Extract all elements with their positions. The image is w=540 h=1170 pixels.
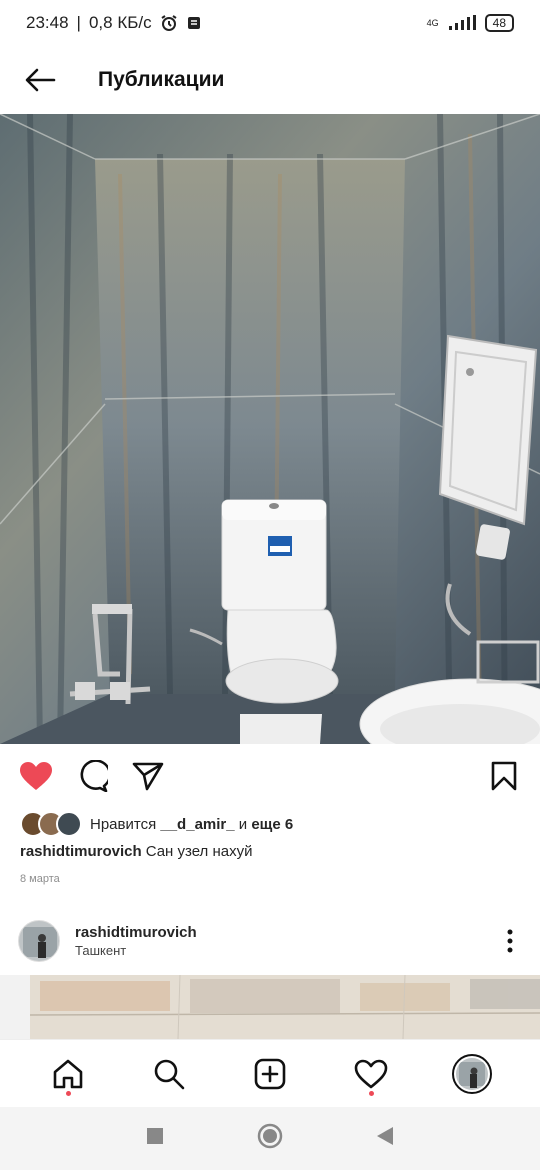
square-icon <box>147 1128 164 1144</box>
network-type: 4G <box>426 18 439 28</box>
share-button[interactable] <box>130 758 166 794</box>
app-bar: Публикации <box>0 46 540 114</box>
likes-conj: и <box>238 815 248 833</box>
post-actions <box>0 744 540 808</box>
more-options-button[interactable] <box>498 921 522 961</box>
post-caption: rashidtimurovich Сан узел нахуй <box>20 843 252 860</box>
page-title: Публикации <box>98 68 225 91</box>
triangle-back-icon <box>376 1127 393 1145</box>
notification-dot <box>368 1090 374 1096</box>
post-date: 8 марта <box>20 873 60 885</box>
notification-icon <box>187 17 200 29</box>
search-icon <box>154 1059 185 1089</box>
heart-outline-icon <box>354 1059 388 1088</box>
likes-prefix: Нравится <box>90 815 157 833</box>
system-back-button[interactable] <box>376 1126 394 1151</box>
nav-search[interactable] <box>139 1044 199 1104</box>
battery-icon: 48 <box>484 14 514 32</box>
status-time: 23:48 <box>26 13 69 32</box>
next-post-photo[interactable] <box>0 975 540 1039</box>
alarm-icon <box>161 15 177 31</box>
bottom-navigation <box>0 1039 540 1107</box>
user-photo <box>19 921 59 961</box>
liker-avatars <box>20 811 82 837</box>
like-button[interactable] <box>18 758 54 794</box>
caption-text: Сан узел нахуй <box>145 843 253 860</box>
signal-icon <box>448 15 476 30</box>
avatar <box>56 811 82 837</box>
comment-button[interactable] <box>74 758 110 794</box>
circle-icon <box>257 1123 283 1149</box>
nav-activity[interactable] <box>341 1044 401 1104</box>
nav-profile[interactable] <box>442 1044 502 1104</box>
recent-apps-button[interactable] <box>146 1127 164 1150</box>
caption-author[interactable]: rashidtimurovich <box>20 843 142 860</box>
next-post-author[interactable]: rashidtimurovich <box>75 924 197 941</box>
post-photo[interactable] <box>0 114 540 744</box>
avatar[interactable] <box>18 920 60 962</box>
save-button[interactable] <box>486 758 522 794</box>
status-separator: | <box>76 13 81 32</box>
heart-icon <box>20 762 52 790</box>
notification-dot <box>66 1090 72 1096</box>
next-post-location[interactable]: Ташкент <box>75 943 197 958</box>
next-photo-image <box>0 975 540 1039</box>
likes-more[interactable]: еще 6 <box>251 816 293 833</box>
next-post-header: rashidtimurovich Ташкент <box>0 915 540 967</box>
arrow-left-icon <box>25 68 56 92</box>
bathroom-photo <box>0 114 540 744</box>
more-vertical-icon <box>507 929 513 953</box>
back-button[interactable] <box>0 46 80 114</box>
status-bar: 23:48 | 0,8 КБ/с 4G 48 <box>0 0 540 46</box>
system-home-button[interactable] <box>257 1123 283 1154</box>
bookmark-icon <box>491 761 517 791</box>
liked-by-user[interactable]: __d_amir_ <box>160 816 234 833</box>
system-navigation-bar <box>0 1107 540 1170</box>
send-icon <box>132 762 164 791</box>
home-icon <box>54 1059 83 1088</box>
nav-new-post[interactable] <box>240 1044 300 1104</box>
likes-summary[interactable]: Нравится __d_amir_ и еще 6 <box>20 808 293 840</box>
nav-home[interactable] <box>38 1044 98 1104</box>
status-net-speed: 0,8 КБ/с <box>88 13 152 32</box>
avatar <box>451 1053 492 1094</box>
plus-square-icon <box>254 1058 286 1089</box>
comment-icon <box>80 760 108 792</box>
profile-photo <box>455 1057 488 1090</box>
